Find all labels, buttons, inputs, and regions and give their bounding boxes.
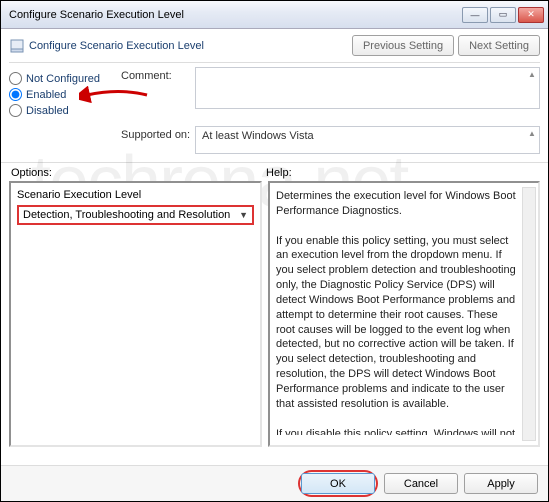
previous-setting-button[interactable]: Previous Setting: [352, 35, 454, 56]
help-label: Help:: [266, 167, 538, 179]
scroll-up-icon[interactable]: ▲: [527, 129, 537, 138]
radio-disabled-input[interactable]: [9, 104, 22, 117]
supported-label: Supported on:: [121, 126, 195, 154]
cancel-button[interactable]: Cancel: [384, 473, 458, 494]
scenario-level-label: Scenario Execution Level: [17, 189, 254, 201]
header-title: Configure Scenario Execution Level: [29, 40, 352, 52]
chevron-down-icon: ▼: [239, 210, 248, 220]
policy-icon: [9, 38, 25, 54]
ok-button[interactable]: OK: [301, 473, 375, 494]
scroll-up-icon[interactable]: ▲: [527, 70, 537, 79]
supported-on-box: At least Windows Vista ▲: [195, 126, 540, 154]
comment-label: Comment:: [121, 67, 195, 120]
radio-disabled[interactable]: Disabled: [9, 104, 121, 117]
help-p3: If you disable this policy setting, Wind…: [276, 427, 518, 436]
help-scrollbar[interactable]: [522, 187, 536, 441]
minimize-button[interactable]: —: [462, 7, 488, 23]
titlebar: Configure Scenario Execution Level — ▭ ✕: [1, 1, 548, 29]
options-label: Options:: [11, 167, 266, 179]
apply-button[interactable]: Apply: [464, 473, 538, 494]
radio-enabled-input[interactable]: [9, 88, 22, 101]
close-button[interactable]: ✕: [518, 7, 544, 23]
options-panel: Scenario Execution Level Detection, Trou…: [9, 181, 262, 447]
radio-enabled-label: Enabled: [26, 89, 66, 101]
radio-disabled-label: Disabled: [26, 105, 69, 117]
help-text: Determines the execution level for Windo…: [276, 189, 532, 435]
ok-highlight: OK: [298, 470, 378, 497]
comment-textarea[interactable]: ▲: [195, 67, 540, 109]
radio-not-configured-input[interactable]: [9, 72, 22, 85]
radio-not-configured-label: Not Configured: [26, 73, 100, 85]
radio-enabled[interactable]: Enabled: [9, 88, 121, 101]
help-p1: Determines the execution level for Windo…: [276, 189, 518, 219]
scenario-level-dropdown[interactable]: Detection, Troubleshooting and Resolutio…: [17, 205, 254, 225]
maximize-button[interactable]: ▭: [490, 7, 516, 23]
window-title: Configure Scenario Execution Level: [9, 9, 184, 21]
scenario-level-value: Detection, Troubleshooting and Resolutio…: [23, 209, 230, 221]
next-setting-button[interactable]: Next Setting: [458, 35, 540, 56]
help-panel: Determines the execution level for Windo…: [268, 181, 540, 447]
help-p2: If you enable this policy setting, you m…: [276, 234, 518, 412]
supported-on-text: At least Windows Vista: [202, 130, 314, 142]
footer: OK Cancel Apply: [1, 465, 548, 501]
radio-not-configured[interactable]: Not Configured: [9, 72, 121, 85]
